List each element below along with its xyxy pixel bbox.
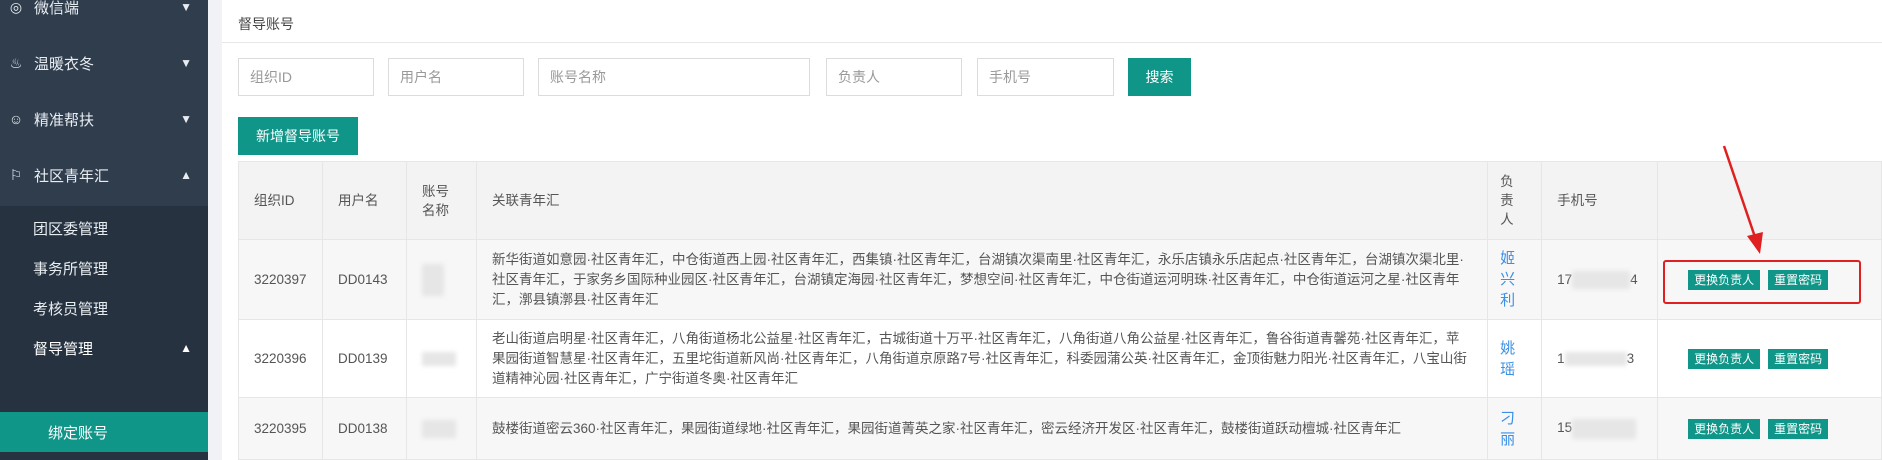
change-owner-button[interactable]: 更换负责人 (1688, 418, 1761, 439)
main-panel: 督导账号 搜索 新增督导账号 组织ID 用户名 账号名称 关联青年汇 负责人 手… (222, 0, 1882, 460)
sidebar-item-community-youth[interactable]: ⚐ 社区青年汇 ▲ (0, 150, 208, 200)
flame-icon: ♨ (9, 54, 23, 71)
cell-org-id: 3220397 (238, 239, 323, 320)
sidebar-item-supervisor-info[interactable] (0, 372, 208, 412)
sidebar-item-label: 督导管理 (33, 340, 94, 358)
table-row: 3220397 DD0143 新华街道如意园·社区青年汇，中仓街道西上园·社区青… (238, 239, 1882, 320)
owner-link[interactable]: 刁丽 (1500, 408, 1516, 450)
header-username: 用户名 (321, 161, 407, 240)
sidebar-item-wechat[interactable]: ◎ 微信端 ▼ (0, 0, 208, 32)
phone-prefix: 1 (1557, 350, 1565, 366)
cell-assoc: 新华街道如意园·社区青年汇，中仓街道西上园·社区青年汇，西集镇·社区青年汇，台湖… (475, 239, 1489, 320)
header-assoc: 关联青年汇 (475, 161, 1489, 240)
sidebar-item-label: 考核员管理 (33, 300, 109, 318)
cell-actions: 更换负责人 重置密码 (1657, 397, 1882, 460)
cell-phone: 17 4 (1541, 239, 1659, 320)
chevron-down-icon: ▼ (180, 56, 192, 70)
sidebar-item-label: 事务所管理 (33, 260, 109, 278)
phone-input[interactable] (977, 58, 1114, 96)
change-owner-button[interactable]: 更换负责人 (1688, 348, 1761, 369)
add-supervisor-account-button[interactable]: 新增督导账号 (238, 117, 358, 155)
cell-actions: 更换负责人 重置密码 (1657, 319, 1882, 398)
header-owner: 负责人 (1487, 161, 1543, 240)
cell-assoc: 老山街道启明星·社区青年汇，八角街道杨北公益星·社区青年汇，古城街道十万平·社区… (475, 319, 1489, 398)
owner-link[interactable]: 姚瑶 (1500, 338, 1516, 380)
redacted-phone (1572, 270, 1631, 289)
cell-org-id: 3220396 (238, 319, 323, 398)
sidebar-item-precise-aid[interactable]: ☺ 精准帮扶 ▼ (0, 94, 208, 144)
flag-icon: ⚐ (9, 166, 23, 183)
redacted-account-name (421, 419, 456, 438)
highlight-box (1663, 260, 1861, 304)
cell-owner[interactable]: 姬兴利 (1487, 239, 1543, 320)
header-account-name-label: 账号名称 (421, 183, 449, 218)
sidebar-item-label: 微信端 (34, 0, 80, 17)
sidebar-item-warm-winter[interactable]: ♨ 温暖衣冬 ▼ (0, 38, 208, 88)
redacted-account-name (421, 351, 456, 366)
cell-phone: 13 (1541, 319, 1659, 398)
cell-username: DD0139 (321, 319, 407, 398)
cell-username: DD0143 (321, 239, 407, 320)
sidebar-item-label: 团区委管理 (33, 220, 109, 238)
owner-link[interactable]: 姬兴利 (1500, 248, 1516, 311)
phone-suffix: 4 (1630, 271, 1638, 287)
header-account-name: 账号名称 (405, 161, 477, 240)
table-row: 3220396 DD0139 老山街道启明星·社区青年汇，八角街道杨北公益星·社… (238, 319, 1882, 398)
chevron-down-icon: ▼ (180, 112, 192, 126)
header-phone: 手机号 (1541, 161, 1659, 240)
cell-owner[interactable]: 刁丽 (1487, 397, 1543, 460)
sidebar-item-office[interactable]: 事务所管理 (0, 248, 208, 288)
cell-account-name (405, 319, 477, 398)
wechat-icon: ◎ (9, 0, 23, 15)
chevron-up-icon: ▲ (180, 341, 192, 355)
table-row: 3220395 DD0138 鼓楼街道密云360·社区青年汇，果园街道绿地·社区… (238, 397, 1882, 460)
sidebar-item-label: 温暖衣冬 (34, 55, 95, 73)
chevron-up-icon: ▲ (180, 168, 192, 182)
phone-prefix: 17 (1557, 271, 1573, 287)
cell-username: DD0138 (321, 397, 407, 460)
cell-account-name (405, 239, 477, 320)
redacted-phone (1564, 351, 1627, 366)
sidebar-item-district-committee[interactable]: 团区委管理 (0, 208, 208, 248)
cell-owner[interactable]: 姚瑶 (1487, 319, 1543, 398)
header-org-id: 组织ID (238, 161, 323, 240)
divider (222, 42, 1882, 43)
table-header-row: 组织ID 用户名 账号名称 关联青年汇 负责人 手机号 (238, 161, 1882, 240)
org-id-input[interactable] (238, 58, 374, 96)
cell-org-id: 3220395 (238, 397, 323, 460)
username-input[interactable] (388, 58, 524, 96)
header-actions (1657, 161, 1882, 240)
phone-suffix: 3 (1626, 350, 1635, 366)
header-owner-label: 负责人 (1500, 174, 1514, 227)
sidebar-item-label: 绑定账号 (48, 424, 109, 442)
reset-password-button[interactable]: 重置密码 (1768, 348, 1829, 369)
reset-password-button[interactable]: 重置密码 (1768, 418, 1829, 439)
sidebar-item-supervisor[interactable]: 督导管理 ▲ (0, 328, 208, 368)
sidebar-submenu: 团区委管理 事务所管理 考核员管理 督导管理 ▲ 绑定账号 (0, 206, 208, 460)
sidebar-item-bind-account[interactable]: 绑定账号 (0, 412, 208, 452)
sidebar-item-label: 社区青年汇 (34, 167, 110, 185)
cell-assoc: 鼓楼街道密云360·社区青年汇，果园街道绿地·社区青年汇，果园街道菁英之家·社区… (475, 397, 1489, 460)
chevron-down-icon: ▼ (180, 0, 192, 14)
search-button[interactable]: 搜索 (1128, 58, 1191, 96)
smile-icon: ☺ (8, 111, 24, 127)
sidebar: ◎ 微信端 ▼ ♨ 温暖衣冬 ▼ ☺ 精准帮扶 ▼ ⚐ 社区青年汇 ▲ 团区委管… (0, 0, 208, 460)
phone-prefix: 15 (1557, 420, 1573, 436)
accounts-table: 组织ID 用户名 账号名称 关联青年汇 负责人 手机号 3220397 DD01… (238, 161, 1882, 460)
cell-account-name (405, 397, 477, 460)
account-name-input[interactable] (538, 58, 810, 96)
owner-input[interactable] (826, 58, 962, 96)
sidebar-item-assessor[interactable]: 考核员管理 (0, 288, 208, 328)
sidebar-item-label: 精准帮扶 (34, 111, 95, 129)
redacted-account-name (421, 263, 444, 296)
redacted-phone (1572, 418, 1637, 439)
page-title: 督导账号 (238, 16, 294, 32)
cell-phone: 15 (1541, 397, 1659, 460)
